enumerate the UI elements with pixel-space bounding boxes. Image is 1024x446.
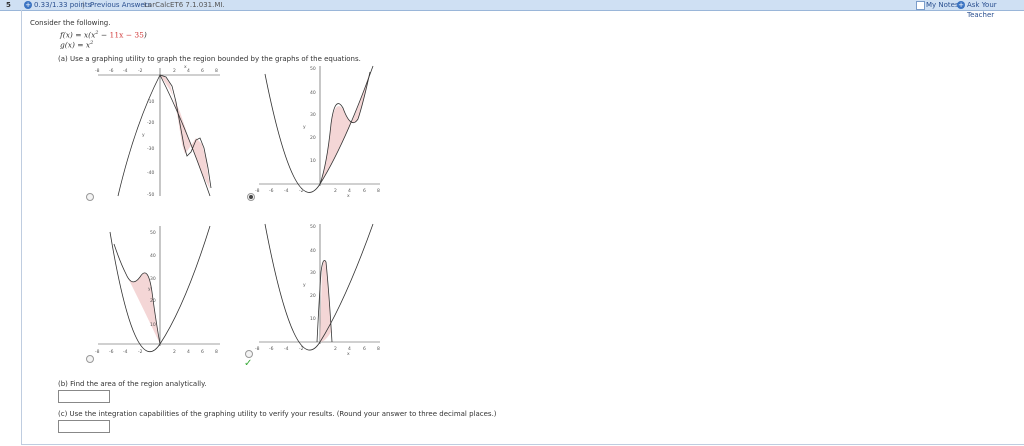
- my-notes-link[interactable]: My Notes: [926, 0, 959, 10]
- f-mid: −: [98, 30, 110, 40]
- svg-text:4: 4: [187, 349, 190, 355]
- svg-text:10: 10: [310, 316, 316, 322]
- svg-text:6: 6: [363, 188, 366, 194]
- svg-text:6: 6: [363, 346, 366, 352]
- svg-text:8: 8: [377, 188, 380, 194]
- svg-text:-4: -4: [123, 349, 128, 355]
- svg-text:-30: -30: [147, 146, 154, 152]
- svg-text:10: 10: [150, 322, 156, 328]
- graph-b-shade: [320, 74, 369, 184]
- graph-c: -8 -6 -4 -2 2 4 6 8 50 40 30 20 10 y: [95, 225, 220, 355]
- graph-b: -8 -6 -4 -2 2468 x 5040302010 y: [255, 65, 380, 199]
- f-red-term: 11x − 35: [109, 30, 144, 40]
- part-c-text: (c) Use the integration capabilities of …: [58, 410, 497, 418]
- graph-a-xtick: -8: [95, 68, 100, 74]
- svg-text:-6: -6: [109, 349, 114, 355]
- svg-text:y: y: [303, 283, 306, 288]
- svg-text:y: y: [148, 287, 151, 292]
- graph-a-parabola: [117, 74, 211, 197]
- intro-text: Consider the following.: [30, 19, 111, 27]
- expand-plus-icon[interactable]: +: [24, 1, 32, 9]
- graph-d: -8 -6 -4 -2 2468 x 5040302010 y: [255, 223, 380, 357]
- svg-text:20: 20: [150, 298, 156, 304]
- svg-text:-4: -4: [123, 68, 128, 74]
- svg-text:-8: -8: [255, 188, 260, 194]
- graph-a-radio[interactable]: [86, 193, 94, 201]
- svg-text:10: 10: [310, 158, 316, 164]
- svg-text:-2: -2: [138, 349, 143, 355]
- question-number: 5: [6, 1, 11, 9]
- svg-text:50: 50: [310, 224, 316, 230]
- svg-text:-6: -6: [269, 346, 274, 352]
- previous-answers-link[interactable]: Previous Answers: [90, 0, 151, 10]
- svg-text:6: 6: [201, 68, 204, 74]
- f-lhs: f(x) = x(x: [60, 30, 96, 40]
- graph-a-ylabel: y: [142, 133, 145, 138]
- svg-text:40: 40: [310, 248, 316, 254]
- graph-d-radio[interactable]: [245, 350, 253, 358]
- part-b-text: (b) Find the area of the region analytic…: [58, 380, 207, 388]
- g-equation: g(x) = x2: [60, 40, 93, 50]
- svg-text:-2: -2: [299, 188, 304, 194]
- svg-text:x: x: [347, 194, 350, 199]
- svg-text:30: 30: [310, 112, 316, 118]
- svg-text:2: 2: [173, 68, 176, 74]
- graph-d-parabola: [264, 223, 374, 351]
- svg-text:40: 40: [310, 90, 316, 96]
- svg-text:-4: -4: [284, 346, 289, 352]
- svg-text:30: 30: [310, 270, 316, 276]
- graph-b-parabola: [264, 65, 374, 193]
- part-b-answer-input[interactable]: [58, 390, 110, 403]
- header-separator: |: [82, 1, 85, 9]
- svg-text:8: 8: [215, 349, 218, 355]
- f-end: ): [143, 30, 147, 40]
- svg-text:2: 2: [173, 349, 176, 355]
- svg-text:-10: -10: [147, 99, 154, 105]
- svg-text:-2: -2: [299, 346, 304, 352]
- graph-b-radio[interactable]: [247, 193, 255, 201]
- svg-text:-4: -4: [284, 188, 289, 194]
- svg-text:-50: -50: [147, 192, 154, 198]
- svg-text:50: 50: [310, 66, 316, 72]
- svg-text:50: 50: [150, 230, 156, 236]
- graph-a-xlabel: x: [184, 65, 187, 70]
- graph-c-shade: [114, 244, 160, 344]
- svg-text:-6: -6: [109, 68, 114, 74]
- correct-check-icon: ✓: [244, 358, 253, 369]
- svg-text:y: y: [303, 125, 306, 130]
- g-sup: 2: [90, 40, 94, 46]
- svg-text:2: 2: [334, 188, 337, 194]
- part-a-text: (a) Use a graphing utility to graph the …: [58, 55, 361, 63]
- svg-text:20: 20: [310, 135, 316, 141]
- svg-text:-2: -2: [138, 68, 143, 74]
- svg-text:20: 20: [310, 293, 316, 299]
- g-lhs: g(x) = x: [60, 40, 91, 50]
- part-c-answer-input[interactable]: [58, 420, 110, 433]
- svg-text:8: 8: [215, 68, 218, 74]
- graph-a: -8 -6 -4 -2 2 4 6 8 x -10 -20 -30 -40 -50 y: [95, 65, 220, 198]
- problem-id: LarCalcET6 7.1.031.MI.: [144, 1, 225, 9]
- my-notes-checkbox[interactable]: [916, 1, 925, 10]
- svg-text:-40: -40: [147, 170, 154, 176]
- svg-text:30: 30: [150, 276, 156, 282]
- svg-text:40: 40: [150, 253, 156, 259]
- svg-text:4: 4: [187, 68, 190, 74]
- svg-text:-6: -6: [269, 188, 274, 194]
- svg-text:-8: -8: [95, 349, 100, 355]
- svg-text:x: x: [347, 352, 350, 357]
- graph-a-shade: [160, 75, 210, 189]
- svg-text:-8: -8: [255, 346, 260, 352]
- svg-text:-20: -20: [147, 120, 154, 126]
- graph-c-radio[interactable]: [86, 355, 94, 363]
- svg-text:8: 8: [377, 346, 380, 352]
- f-equation: f(x) = x(x2 − 11x − 35): [60, 30, 147, 40]
- svg-text:2: 2: [334, 346, 337, 352]
- ask-teacher-plus-icon[interactable]: +: [957, 1, 965, 9]
- svg-text:6: 6: [201, 349, 204, 355]
